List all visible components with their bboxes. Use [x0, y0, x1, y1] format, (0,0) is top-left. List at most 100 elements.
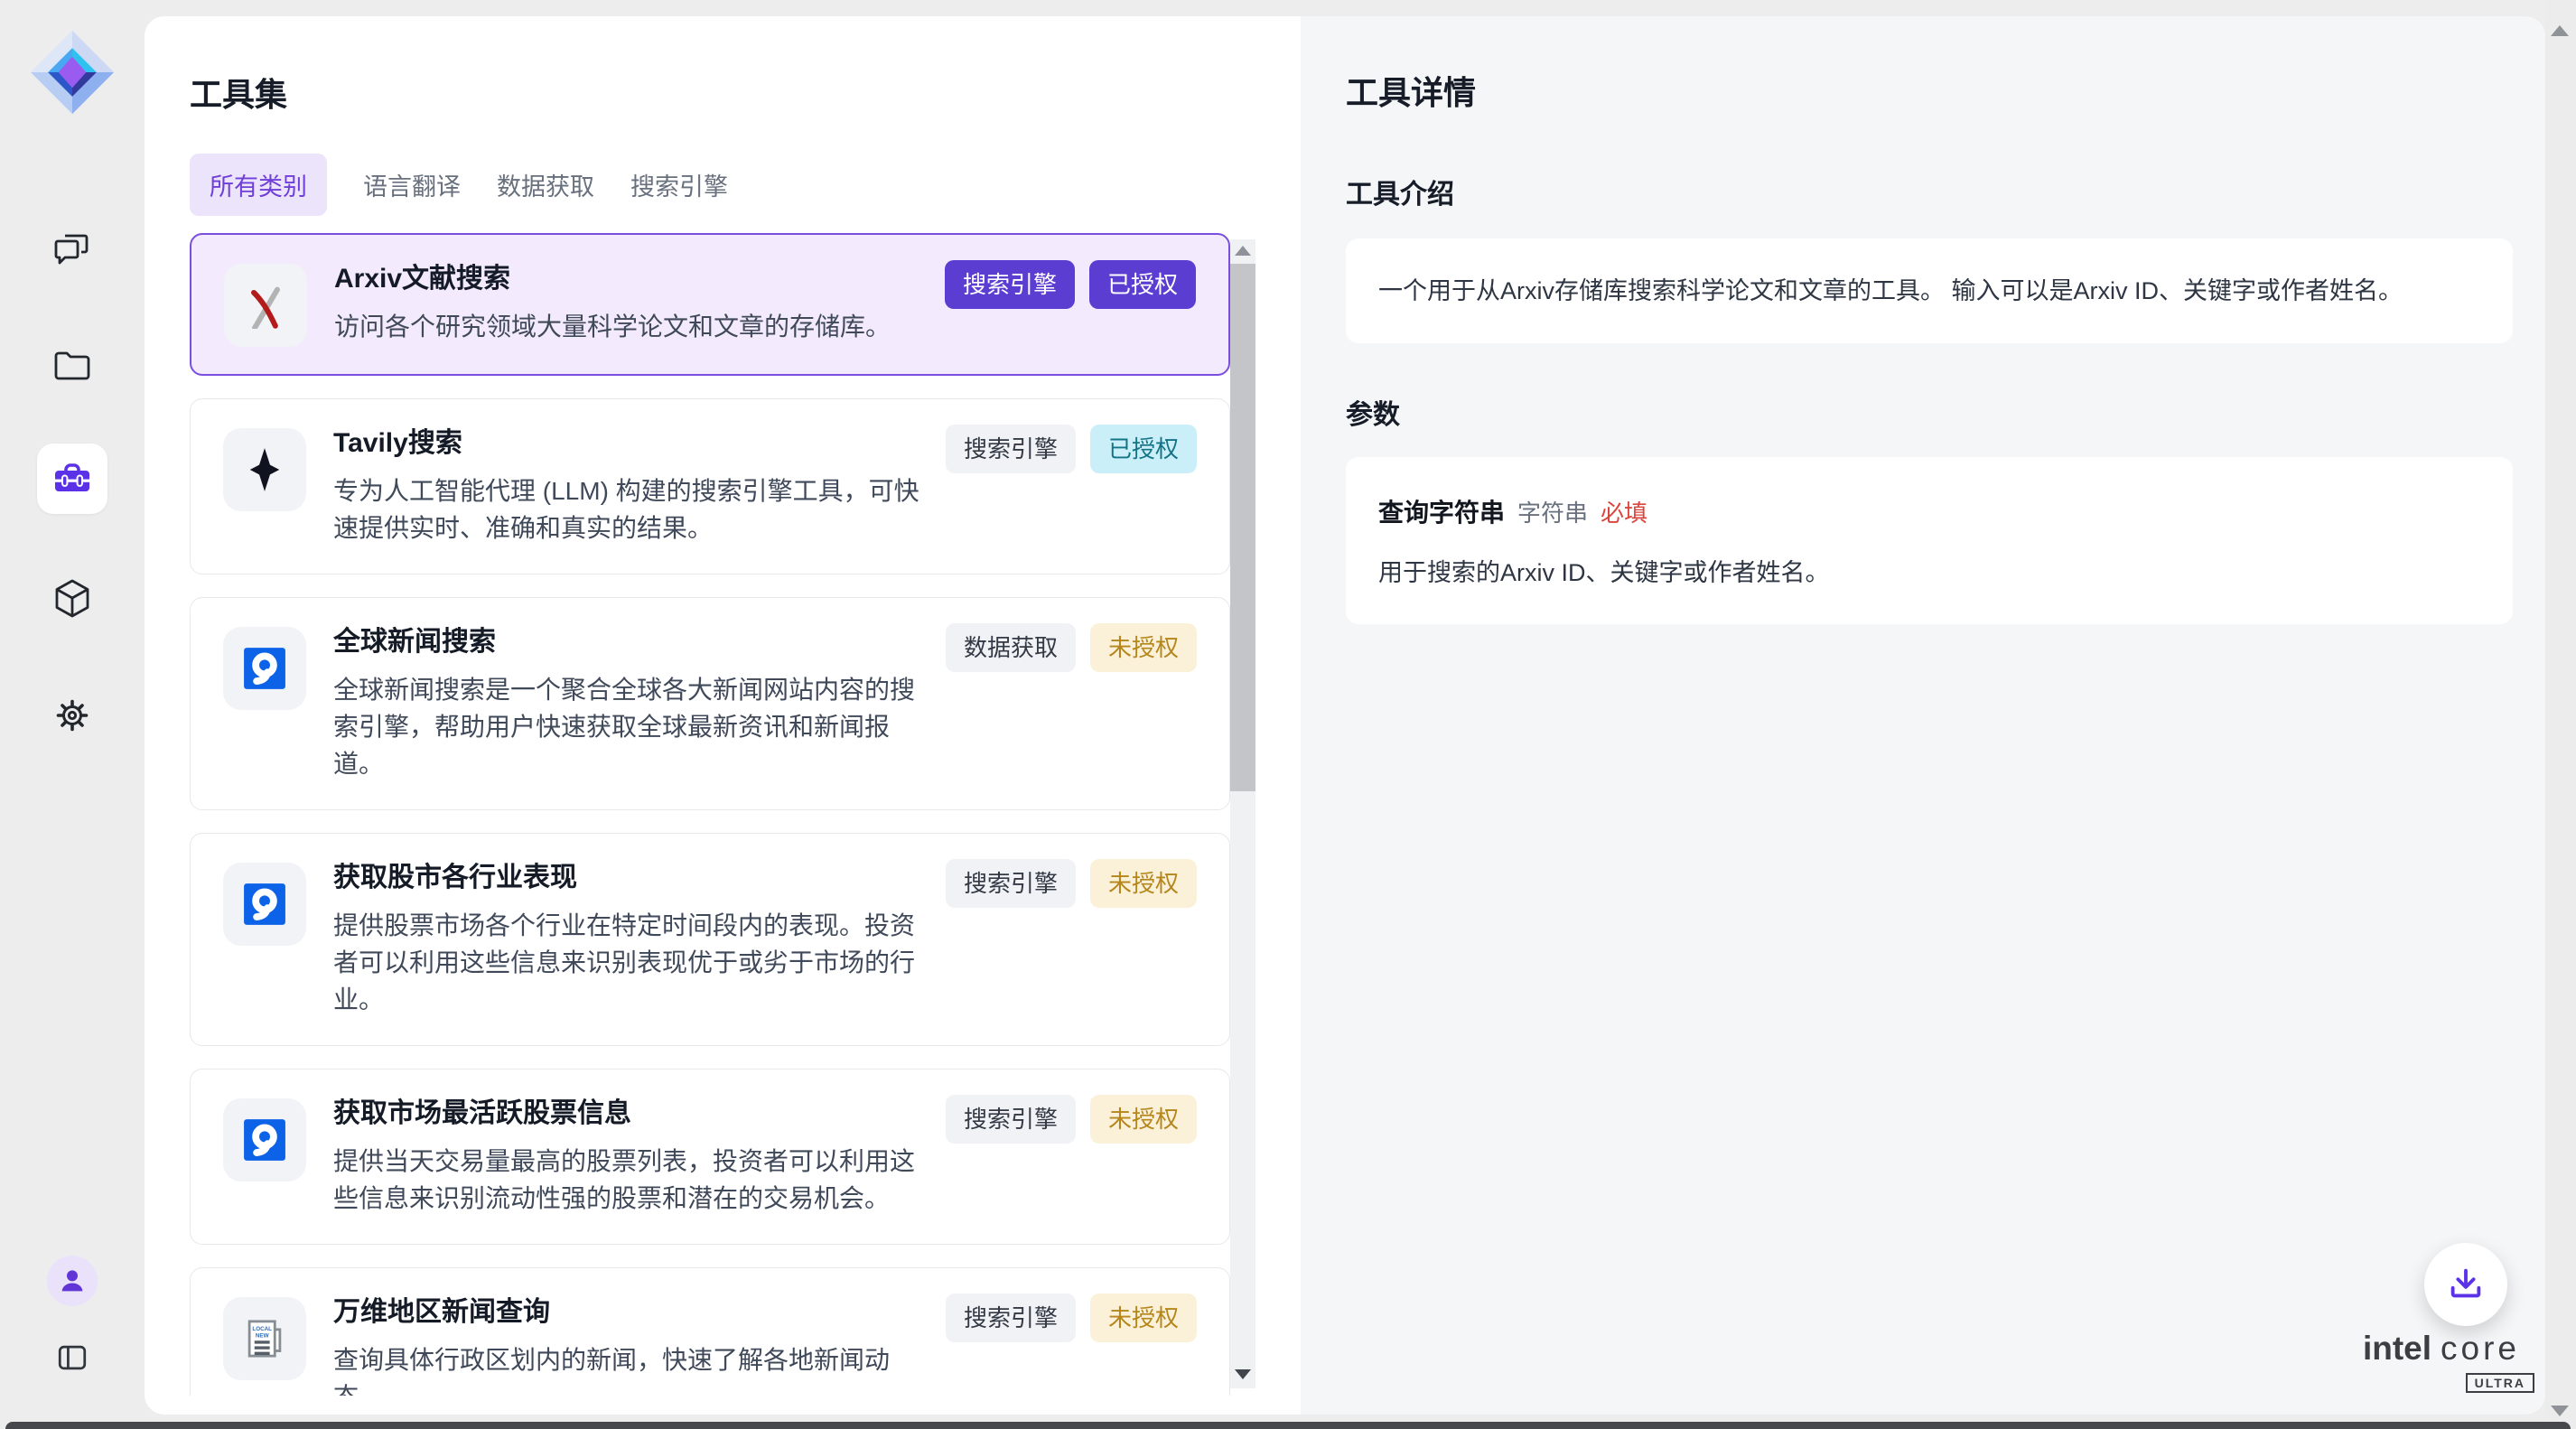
- category-badge: 搜索引擎: [946, 425, 1076, 473]
- status-badge: 未授权: [1090, 1095, 1197, 1144]
- tool-description: 查询具体行政区划内的新闻，快速了解各地新闻动态。: [333, 1341, 926, 1396]
- param-name: 查询字符串: [1378, 493, 1505, 529]
- tool-name: Arxiv文献搜索: [334, 262, 925, 296]
- scroll-down-arrow-icon[interactable]: [1235, 1369, 1251, 1379]
- tool-icon-container: LOCAL NEW: [223, 1297, 306, 1380]
- param-required-label: 必填: [1601, 495, 1647, 528]
- tool-card[interactable]: LOCAL NEW 获取股市各行业表现 提供股票市场各个行业在特定时间段内的表现…: [190, 833, 1230, 1046]
- tool-list-scrollbar-thumb[interactable]: [1230, 264, 1255, 791]
- category-badge: 数据获取: [946, 623, 1076, 672]
- param-type: 字符串: [1517, 495, 1588, 528]
- tool-description: 专为人工智能代理 (LLM) 构建的搜索引擎工具，可快速提供实时、准确和真实的结…: [333, 472, 926, 546]
- main-area: 工具集 所有类别 语言翻译 数据获取 搜索引擎: [145, 16, 2545, 1415]
- tool-badges: 数据获取 未授权: [946, 623, 1197, 672]
- intel-core-ultra-logo: intel core ULTRA: [2338, 1330, 2545, 1393]
- status-badge: 已授权: [1089, 260, 1196, 309]
- param-description: 用于搜索的Arxiv ID、关键字或作者姓名。: [1378, 553, 2480, 588]
- chat-icon: [51, 227, 94, 270]
- settings-gear-icon: [51, 694, 94, 737]
- category-tab[interactable]: 搜索引擎: [630, 154, 728, 216]
- window-scroll-down-icon[interactable]: [2551, 1406, 2569, 1416]
- param-card: 查询字符串 字符串 必填 用于搜索的Arxiv ID、关键字或作者姓名。: [1346, 457, 2513, 624]
- tool-badges: 搜索引擎 未授权: [946, 859, 1197, 908]
- window-scrollbar[interactable]: [2545, 0, 2576, 1429]
- tool-list: LOCAL NEW Arxiv文献搜索 访问各个研究领域大量科学论文和文章的存储…: [190, 233, 1230, 1396]
- tool-icon-container: LOCAL NEW: [223, 1098, 306, 1181]
- status-badge: 未授权: [1090, 1294, 1197, 1342]
- local-news-icon: LOCAL NEW: [240, 1314, 289, 1363]
- params-heading: 参数: [1346, 392, 2513, 432]
- intro-heading: 工具介绍: [1346, 172, 2513, 211]
- category-badge: 搜索引擎: [946, 1095, 1076, 1144]
- toolbox-icon: [51, 457, 94, 500]
- category-tabs: 所有类别 语言翻译 数据获取 搜索引擎: [190, 154, 728, 216]
- user-avatar[interactable]: [47, 1256, 98, 1306]
- scroll-up-arrow-icon[interactable]: [1235, 246, 1251, 256]
- category-tab[interactable]: 所有类别: [190, 154, 327, 216]
- category-tab[interactable]: 语言翻译: [363, 154, 461, 216]
- intel-logo-text: intel: [2363, 1330, 2431, 1368]
- news-search-q-icon: [242, 646, 287, 691]
- toolset-title: 工具集: [190, 69, 287, 116]
- person-icon: [57, 1266, 88, 1296]
- sidebar: [0, 0, 145, 1429]
- app-window: 工具集 所有类别 语言翻译 数据获取 搜索引擎: [0, 0, 2576, 1429]
- app-logo: [0, 29, 145, 116]
- intro-text: 一个用于从Arxiv存储库搜索科学论文和文章的工具。 输入可以是Arxiv ID…: [1378, 275, 2480, 307]
- core-logo-text: core: [2441, 1330, 2520, 1368]
- category-badge: 搜索引擎: [946, 1294, 1076, 1342]
- tool-name: 获取股市各行业表现: [333, 861, 926, 895]
- app-logo-gem-icon: [29, 29, 116, 116]
- news-search-q-icon: [242, 882, 287, 927]
- sidebar-item-models[interactable]: [46, 573, 98, 625]
- tool-card[interactable]: LOCAL NEW Arxiv文献搜索 访问各个研究领域大量科学论文和文章的存储…: [190, 233, 1230, 376]
- sidebar-item-tools[interactable]: [37, 444, 107, 514]
- tool-icon-container: LOCAL NEW: [224, 264, 307, 347]
- sidebar-item-settings[interactable]: [46, 689, 98, 742]
- tavily-sparkle-icon: [241, 446, 288, 493]
- svg-text:LOCAL: LOCAL: [252, 1326, 272, 1332]
- sidebar-item-files[interactable]: [46, 340, 98, 392]
- tool-icon-container: LOCAL NEW: [223, 627, 306, 710]
- window-scroll-up-icon[interactable]: [2551, 25, 2569, 36]
- tool-card[interactable]: LOCAL NEW 万维地区新闻查询 查询具体行政区划内的新闻，快速了解各地新闻…: [190, 1267, 1230, 1396]
- details-title: 工具详情: [1346, 67, 2513, 114]
- sidebar-item-chat[interactable]: [46, 222, 98, 275]
- cube-icon: [51, 577, 94, 621]
- category-tab[interactable]: 数据获取: [497, 154, 594, 216]
- sidebar-collapse-button[interactable]: [46, 1331, 98, 1384]
- tool-name: 全球新闻搜索: [333, 625, 926, 659]
- tool-icon-container: LOCAL NEW: [223, 428, 306, 511]
- tool-list-scrollbar[interactable]: [1230, 239, 1255, 1388]
- tool-badges: 搜索引擎 已授权: [945, 260, 1196, 309]
- tool-badges: 搜索引擎 未授权: [946, 1294, 1197, 1342]
- folder-icon: [51, 344, 94, 388]
- tool-card[interactable]: LOCAL NEW 获取市场最活跃股票信息 提供当天交易量最高的股票列表，投资者…: [190, 1069, 1230, 1245]
- arxiv-logo-icon: [242, 282, 289, 329]
- tool-name: Tavily搜索: [333, 426, 926, 461]
- tool-name: 获取市场最活跃股票信息: [333, 1097, 926, 1131]
- window-bottom-edge: [5, 1422, 2571, 1429]
- download-button[interactable]: [2424, 1243, 2507, 1326]
- tool-description: 全球新闻搜索是一个聚合全球各大新闻网站内容的搜索引擎，帮助用户快速获取全球最新资…: [333, 671, 926, 782]
- tool-description: 提供当天交易量最高的股票列表，投资者可以利用这些信息来识别流动性强的股票和潜在的…: [333, 1143, 926, 1217]
- tool-icon-container: LOCAL NEW: [223, 863, 306, 946]
- tool-badges: 搜索引擎 已授权: [946, 425, 1197, 473]
- ultra-badge: ULTRA: [2466, 1373, 2534, 1393]
- download-icon: [2445, 1264, 2487, 1305]
- news-search-q-icon: [242, 1117, 287, 1163]
- status-badge: 已授权: [1090, 425, 1197, 473]
- status-badge: 未授权: [1090, 623, 1197, 672]
- tool-badges: 搜索引擎 未授权: [946, 1095, 1197, 1144]
- tool-description: 访问各个研究领域大量科学论文和文章的存储库。: [334, 308, 925, 345]
- category-badge: 搜索引擎: [945, 260, 1075, 309]
- tool-name: 万维地区新闻查询: [333, 1295, 926, 1330]
- param-header: 查询字符串 字符串 必填: [1378, 493, 2480, 529]
- tool-description: 提供股票市场各个行业在特定时间段内的表现。投资者可以利用这些信息来识别表现优于或…: [333, 907, 926, 1018]
- tool-card[interactable]: LOCAL NEW 全球新闻搜索 全球新闻搜索是一个聚合全球各大新闻网站内容的搜…: [190, 597, 1230, 810]
- svg-text:NEW: NEW: [256, 1332, 269, 1339]
- status-badge: 未授权: [1090, 859, 1197, 908]
- panel-toggle-icon: [52, 1338, 92, 1378]
- category-badge: 搜索引擎: [946, 859, 1076, 908]
- tool-card[interactable]: LOCAL NEW Tavily搜索 专为人工智能代理 (LLM) 构建的搜索引…: [190, 398, 1230, 574]
